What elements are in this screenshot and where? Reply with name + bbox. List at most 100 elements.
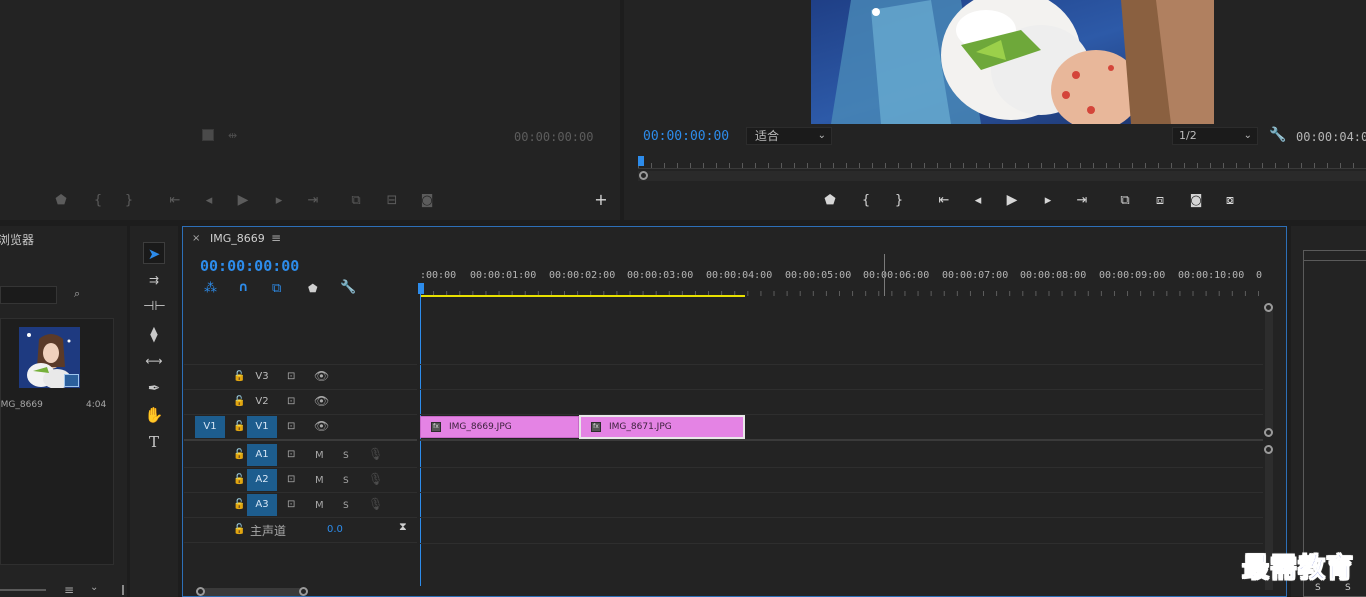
sync-lock-icon[interactable]: ⊡	[287, 499, 295, 511]
goto-out-icon[interactable]: ⧗	[399, 521, 407, 533]
linked-selection-icon[interactable]: ⧉	[272, 281, 281, 296]
sync-lock-icon[interactable]: ⊡	[287, 474, 295, 486]
program-timecode[interactable]: 00:00:00:00	[643, 129, 729, 144]
source-export-frame-icon[interactable]: ◙	[418, 194, 436, 208]
work-area-bar[interactable]	[420, 295, 745, 297]
program-lift-icon[interactable]: ⧉	[1116, 194, 1134, 208]
source-play-icon[interactable]: ▶	[234, 193, 252, 207]
sync-lock-icon[interactable]: ⊡	[287, 449, 295, 461]
source-goto-out-icon[interactable]: ⇥	[304, 194, 322, 208]
mic-icon[interactable]: 🎙	[368, 448, 383, 460]
timeline-clip-selected[interactable]: fx IMG_8671.JPG	[579, 415, 745, 439]
program-step-back-icon[interactable]: ◂	[969, 194, 987, 208]
video-vertical-scrollbar[interactable]	[1265, 305, 1273, 435]
project-search-input[interactable]	[0, 286, 57, 304]
source-in-point-icon[interactable]: {	[89, 194, 107, 208]
timeline-playhead-head[interactable]	[418, 283, 424, 294]
lock-icon[interactable]: 🔓	[233, 371, 245, 383]
type-tool-icon[interactable]: T	[143, 431, 165, 453]
track-name-a1[interactable]: A1	[247, 444, 277, 466]
master-volume-value[interactable]: 0.0	[327, 524, 343, 535]
track-name-v2[interactable]: V2	[247, 391, 277, 413]
eye-icon[interactable]: 👁	[314, 420, 329, 432]
program-zoom-bar[interactable]	[638, 171, 1366, 181]
mic-icon[interactable]: 🎙	[368, 498, 383, 510]
lock-icon[interactable]: 🔓	[233, 449, 245, 461]
slip-tool-icon[interactable]: ⟷	[143, 350, 165, 372]
program-playhead-marker[interactable]	[638, 156, 644, 166]
program-export-frame-icon[interactable]: ◙	[1187, 194, 1205, 208]
source-insert-icon[interactable]: ⧉	[347, 194, 365, 208]
mute-button[interactable]: M	[315, 500, 324, 512]
timeline-settings-wrench-icon[interactable]: 🔧	[340, 280, 356, 295]
source-add-button-icon[interactable]: +	[592, 192, 610, 208]
source-marker-icon[interactable]: ⬟	[52, 194, 70, 208]
project-item-name[interactable]: IMG_8669	[0, 400, 43, 410]
source-patch-v1[interactable]: V1	[195, 416, 225, 438]
wrench-settings-icon[interactable]: 🔧	[1269, 127, 1286, 143]
track-select-tool-icon[interactable]: ⇉	[143, 269, 165, 291]
lock-icon[interactable]: 🔓	[233, 396, 245, 408]
lock-icon[interactable]: 🔓	[233, 524, 245, 536]
program-extract-icon[interactable]: ⧈	[1151, 194, 1169, 208]
lane-v2[interactable]	[420, 390, 1263, 415]
mute-button[interactable]: M	[315, 475, 324, 487]
lock-icon[interactable]: 🔓	[233, 474, 245, 486]
program-goto-in-icon[interactable]: ⇤	[935, 194, 953, 208]
lane-a2[interactable]	[420, 468, 1263, 493]
timeline-horizontal-scrollbar[interactable]	[200, 588, 306, 596]
video-scroll-handle-top[interactable]	[1264, 303, 1273, 312]
audio-scroll-handle-top[interactable]	[1264, 445, 1273, 454]
lane-a3[interactable]	[420, 493, 1263, 518]
program-out-point-icon[interactable]: }	[890, 194, 908, 208]
program-compare-icon[interactable]: ⧇	[1221, 194, 1239, 208]
mute-button[interactable]: M	[315, 450, 324, 462]
program-goto-out-icon[interactable]: ⇥	[1073, 194, 1091, 208]
sync-lock-icon[interactable]: ⊡	[287, 371, 295, 383]
nest-toggle-icon[interactable]: ⁂	[204, 281, 217, 296]
tab-menu-icon[interactable]: ≡	[271, 231, 281, 245]
solo-button[interactable]: S	[343, 450, 349, 462]
program-step-forward-icon[interactable]: ▸	[1039, 194, 1057, 208]
solo-button[interactable]: S	[343, 500, 349, 512]
hscroll-handle-left[interactable]	[196, 587, 205, 596]
track-name-v1[interactable]: V1	[247, 416, 277, 438]
lock-icon[interactable]: 🔓	[233, 421, 245, 433]
fit-dropdown[interactable]: 适合 ⌄	[746, 127, 832, 145]
sync-lock-icon[interactable]: ⊡	[287, 421, 295, 433]
razor-tool-icon[interactable]: ⧫	[143, 323, 165, 345]
timeline-timecode[interactable]: 00:00:00:00	[200, 257, 299, 275]
program-in-point-icon[interactable]: {	[857, 194, 875, 208]
track-name-a3[interactable]: A3	[247, 494, 277, 516]
hand-tool-icon[interactable]: ✋	[143, 404, 165, 426]
ripple-edit-tool-icon[interactable]: ⊣⊢	[143, 296, 166, 318]
timeline-clip[interactable]: fx IMG_8669.JPG	[420, 416, 579, 438]
resolution-dropdown[interactable]: 1/2 ⌄	[1172, 127, 1258, 145]
source-out-point-icon[interactable]: }	[120, 194, 138, 208]
lock-icon[interactable]: 🔓	[233, 499, 245, 511]
mic-icon[interactable]: 🎙	[368, 473, 383, 485]
lane-a1[interactable]	[420, 443, 1263, 468]
selection-tool-icon[interactable]: ➤	[143, 242, 165, 264]
solo-button[interactable]: S	[343, 475, 349, 487]
pen-tool-icon[interactable]: ✒	[143, 377, 165, 399]
project-panel-title[interactable]: 浏览器	[0, 231, 34, 248]
hscroll-handle-right[interactable]	[299, 587, 308, 596]
source-step-back-icon[interactable]: ◂	[200, 194, 218, 208]
source-goto-in-icon[interactable]: ⇤	[166, 194, 184, 208]
list-menu-icon[interactable]: ≡	[64, 583, 74, 597]
add-marker-icon[interactable]: ⬟	[308, 282, 318, 295]
track-name-v3[interactable]: V3	[247, 366, 277, 388]
snap-magnet-icon[interactable]: ∩	[238, 280, 249, 295]
eye-icon[interactable]: 👁	[314, 395, 329, 407]
close-tab-icon[interactable]: ×	[192, 233, 200, 244]
video-scroll-handle-bottom[interactable]	[1264, 428, 1273, 437]
program-zoom-handle[interactable]	[639, 171, 648, 180]
new-search-bin-icon[interactable]: ⌕	[74, 287, 80, 301]
program-play-icon[interactable]: ▶	[1003, 193, 1021, 207]
sync-lock-icon[interactable]: ⊡	[287, 396, 295, 408]
lane-master[interactable]	[420, 518, 1263, 544]
eye-icon[interactable]: 👁	[314, 370, 329, 382]
program-marker-icon[interactable]: ⬟	[821, 194, 839, 208]
chevron-down-icon[interactable]: ⌄	[90, 582, 98, 593]
